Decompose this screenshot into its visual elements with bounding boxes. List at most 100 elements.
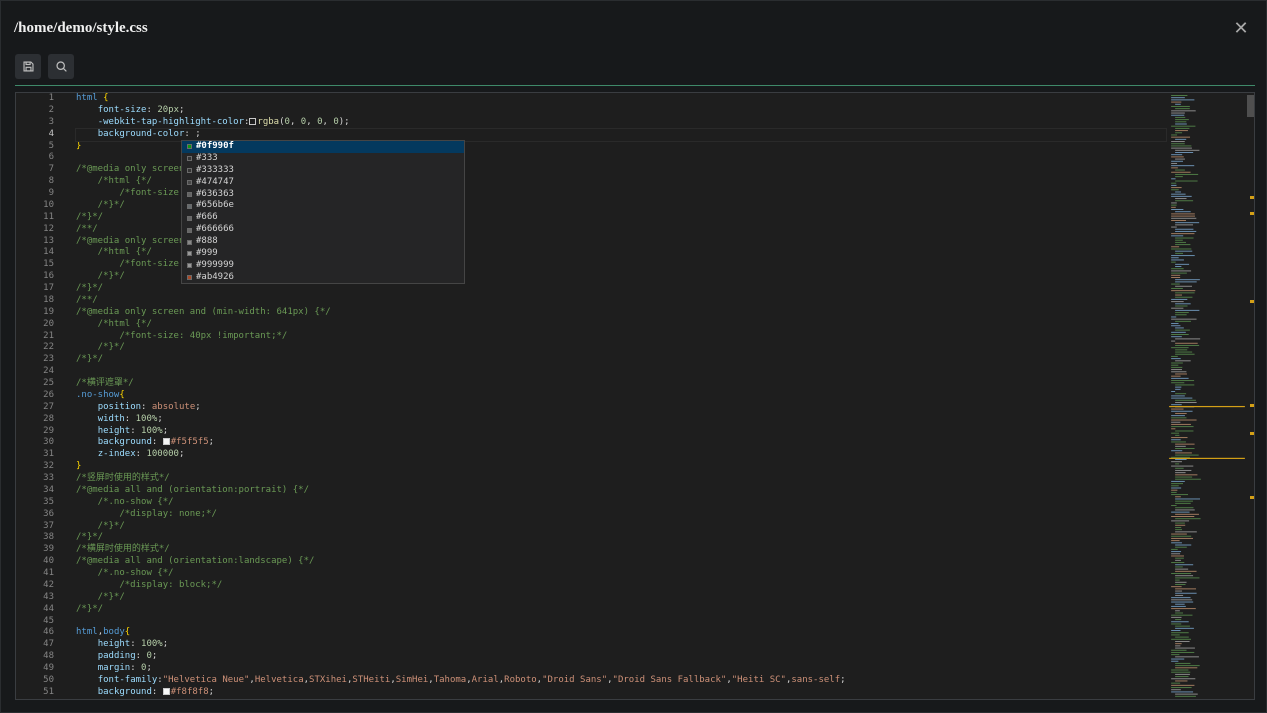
code-line[interactable]: /*.no-show {*/ [76,568,1166,580]
minimap-line [1171,465,1194,467]
suggestion-item[interactable]: #333 [182,153,464,165]
code-line[interactable]: /*}*/ [76,532,1166,544]
suggestion-item[interactable]: #666666 [182,224,464,236]
code-line[interactable]: html { [76,93,1166,105]
close-icon[interactable]: ✕ [1231,18,1251,38]
line-number: 41 [43,568,54,578]
code-line[interactable]: } [76,461,1166,473]
code-line[interactable]: /*font-size: 40px !important;*/ [76,331,1166,343]
code-line[interactable]: height: 100%; [76,426,1166,438]
minimap-line [1171,551,1182,553]
minimap-line [1171,235,1184,237]
code-line[interactable]: padding: 0; [76,651,1166,663]
code-line[interactable]: /*}*/ [76,283,1166,295]
minimap-line [1171,369,1182,371]
minimap-line [1175,568,1189,570]
code-line[interactable]: /*}*/ [76,604,1166,616]
code-editor[interactable]: 1 2 3 4 5 6 7 8 9 10 11 12 13 14 15 16 17 18 19 20 21 22 23 24 2… [15,92,1255,700]
code-token: background [97,437,152,448]
code-line[interactable]: position: absolute; [76,402,1166,414]
save-button[interactable] [15,54,41,79]
code-line[interactable]: /*@media all and (orientation:landscape)… [76,556,1166,568]
minimap-line [1175,645,1181,647]
code-line[interactable]: /*}*/ [76,342,1166,354]
code-token: , [306,116,318,127]
minimap-line [1171,382,1185,384]
code-line[interactable]: /*@media all and (orientation:portrait) … [76,485,1166,497]
code-line[interactable]: background: #f5f5f5; [76,437,1166,449]
minimap-line [1175,123,1187,125]
code-line[interactable]: /*横屏时使用的样式*/ [76,544,1166,556]
code-line[interactable]: z-index: 100000; [76,449,1166,461]
code-line[interactable] [76,366,1166,378]
minimap-line [1175,296,1193,298]
minimap-line [1175,279,1200,281]
code-line[interactable]: /*display: block;*/ [76,580,1166,592]
suggestion-item[interactable]: #999999 [182,260,464,272]
minimap-line [1171,101,1182,103]
autocomplete-popup[interactable]: #0f990f #333 #333333 #474747 #636363 #656b6e #… [181,140,465,284]
code-token: /*横评遮罩*/ [76,378,134,388]
suggestion-item[interactable]: #666 [182,212,464,224]
code-line[interactable]: font-family:"Helvetica Neue",Helvetica,S… [76,675,1166,687]
code-line[interactable]: width: 100%; [76,414,1166,426]
minimap-line [1175,566,1183,568]
code-token: : [130,639,142,650]
minimap-line [1175,314,1187,316]
code-line[interactable]: /**/ [76,295,1166,307]
suggestion-item[interactable]: #0f990f [182,141,464,153]
minimap-line [1171,494,1189,496]
code-line[interactable]: /*}*/ [76,354,1166,366]
code-line[interactable]: .no-show{ [76,390,1166,402]
minimap-line [1175,434,1180,436]
code-token: /*}*/ [76,591,125,602]
line-number: 5 [48,140,54,151]
code-line[interactable]: /*@media only screen and (min-width: 641… [76,307,1166,319]
color-swatch-icon[interactable] [162,438,170,446]
minimap-line [1171,290,1196,292]
line-number: 26 [43,389,54,400]
suggestion-item[interactable]: #888 [182,236,464,248]
code-line[interactable]: background: #f8f8f8; [76,687,1166,699]
code-line[interactable]: /*display: none;*/ [76,509,1166,521]
minimap-line [1175,445,1186,447]
code-line[interactable]: height: 100%; [76,639,1166,651]
code-line[interactable]: html,body{ [76,627,1166,639]
minimap-line [1171,334,1189,336]
suggestion-item[interactable]: #474747 [182,177,464,189]
suggestion-item[interactable]: #636363 [182,189,464,201]
code-token: /*display: block;*/ [76,579,223,590]
code-line[interactable]: -webkit-tap-highlight-color: rgba(0, 0, 0… [76,117,1166,129]
minimap-line [1175,502,1191,504]
minimap-line [1175,577,1200,579]
code-line[interactable]: margin: 0; [76,663,1166,675]
color-swatch-icon[interactable] [249,117,257,125]
code-token: { [103,93,109,103]
vertical-scrollbar[interactable] [1246,93,1254,699]
code-line[interactable]: /*竖屏时使用的样式*/ [76,473,1166,485]
code-line[interactable]: /*html {*/ [76,319,1166,331]
code-line[interactable] [76,616,1166,628]
minimap-line [1171,355,1178,357]
color-swatch-icon [187,251,192,257]
suggestion-item[interactable]: #333333 [182,165,464,177]
minimap-line [1171,283,1180,285]
code-line[interactable]: /*}*/ [76,521,1166,533]
suggestion-item[interactable]: #ab4926 [182,272,464,284]
code-line[interactable]: font-size: 20px; [76,105,1166,117]
minimap-line [1171,377,1189,379]
suggestion-item[interactable]: #999 [182,248,464,260]
minimap-line [1175,467,1184,469]
code-line[interactable]: /*.no-show {*/ [76,497,1166,509]
minimap[interactable] [1169,93,1247,699]
code-line[interactable]: /*}*/ [76,592,1166,604]
color-swatch-icon[interactable] [162,687,170,695]
code-line[interactable]: /*横评遮罩*/ [76,378,1166,390]
line-number: 2 [48,104,54,115]
search-button[interactable] [48,54,74,79]
scrollbar-thumb[interactable] [1247,95,1254,117]
code-line[interactable]: background-color: ; [75,127,1167,142]
minimap-line [1171,491,1177,493]
code-token: "Helvetica Neue" [162,674,250,685]
suggestion-item[interactable]: #656b6e [182,200,464,212]
